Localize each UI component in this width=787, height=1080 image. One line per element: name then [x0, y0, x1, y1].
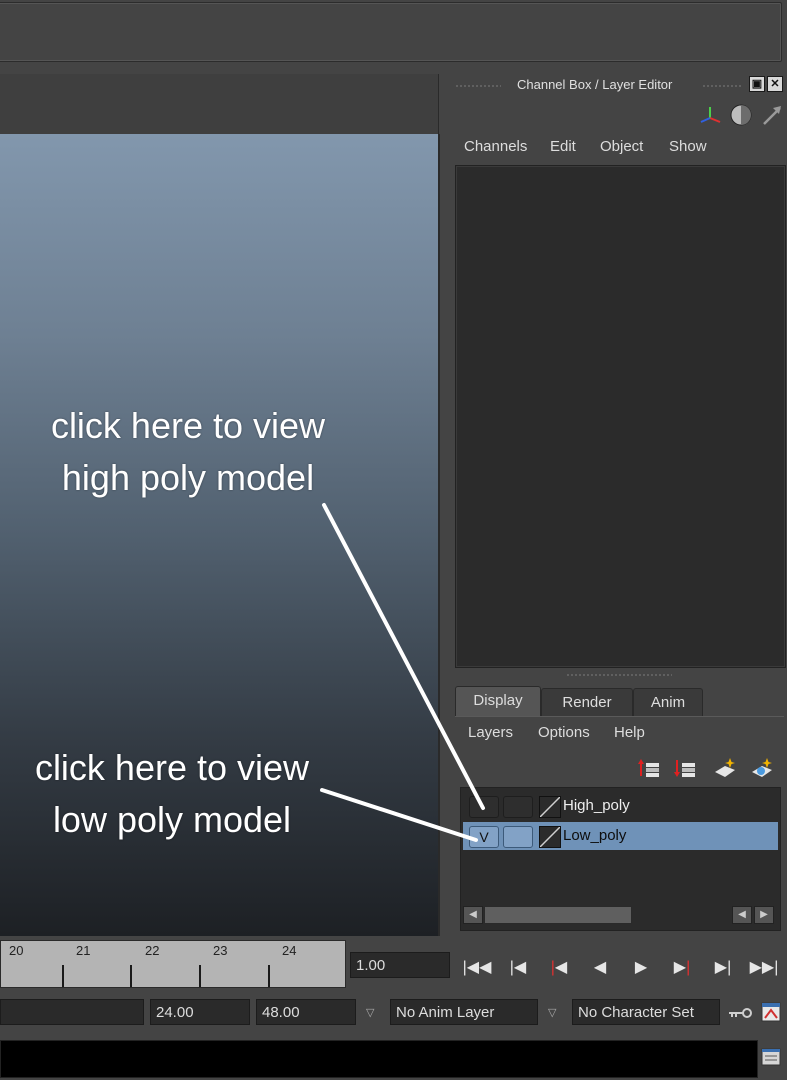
- annotation-text: high poly model: [61, 457, 315, 498]
- layer-row-low-poly[interactable]: V Low_poly: [463, 822, 778, 850]
- menu-edit[interactable]: Edit: [550, 138, 576, 155]
- annotation-text: click here to view: [50, 405, 326, 446]
- float-panel-icon[interactable]: ▣: [749, 76, 765, 92]
- time-slider[interactable]: 20 21 22 23 24: [0, 940, 346, 988]
- step-back-key-icon[interactable]: |◀: [544, 955, 574, 981]
- scroll-right-icon[interactable]: ▶: [754, 906, 774, 924]
- layer-color-swatch[interactable]: [539, 826, 561, 848]
- menu-layers[interactable]: Layers: [468, 724, 513, 741]
- status-line-bar: [0, 2, 782, 62]
- viewport-panel-menu-bar: [0, 74, 439, 134]
- layer-display-type-toggle[interactable]: [503, 796, 533, 818]
- tab-display[interactable]: Display: [455, 686, 541, 717]
- character-set-dropdown[interactable]: No Character Set: [572, 999, 720, 1025]
- layer-name: High_poly: [563, 797, 630, 814]
- menu-show[interactable]: Show: [669, 138, 707, 155]
- frame-tick: [130, 965, 132, 987]
- panel-title: Channel Box / Layer Editor: [517, 77, 673, 92]
- frame-label: 21: [76, 943, 91, 958]
- frame-label: 22: [145, 943, 160, 958]
- go-to-end-icon[interactable]: ▶▶|: [749, 955, 779, 981]
- layer-row-high-poly[interactable]: High_poly: [463, 792, 778, 820]
- frame-label: 23: [213, 943, 228, 958]
- manipulator-axes-icon[interactable]: [698, 104, 722, 128]
- move-layer-up-icon[interactable]: [637, 756, 661, 780]
- layer-name: Low_poly: [563, 827, 627, 844]
- channel-box-area[interactable]: [455, 165, 786, 668]
- scroll-left-end-icon[interactable]: ◀: [732, 906, 752, 924]
- annotation-high-poly: click here to view high poly model: [20, 400, 356, 504]
- command-line[interactable]: [0, 1040, 758, 1078]
- range-slider[interactable]: [0, 999, 144, 1025]
- frame-tick: [62, 965, 64, 987]
- frame-label: 20: [9, 943, 24, 958]
- scroll-left-icon[interactable]: ◀: [463, 906, 483, 924]
- play-backwards-icon[interactable]: ◀: [585, 955, 615, 981]
- character-set-dropdown-icon[interactable]: ▽: [548, 1006, 556, 1019]
- step-forward-key-icon[interactable]: ▶|: [667, 955, 697, 981]
- menu-object[interactable]: Object: [600, 138, 643, 155]
- layer-visibility-toggle[interactable]: V: [469, 826, 499, 848]
- layer-display-type-toggle[interactable]: [503, 826, 533, 848]
- script-editor-icon[interactable]: [760, 1046, 782, 1068]
- frame-tick: [268, 965, 270, 987]
- splitter-handle[interactable]: [566, 673, 672, 677]
- animation-preferences-icon[interactable]: [760, 1001, 782, 1023]
- animation-end-field[interactable]: 48.00: [256, 999, 356, 1025]
- scrollbar-thumb[interactable]: [484, 906, 632, 924]
- go-to-start-icon[interactable]: |◀◀: [462, 955, 492, 981]
- menu-help[interactable]: Help: [614, 724, 645, 741]
- annotation-text: click here to view: [34, 747, 310, 788]
- create-empty-layer-icon[interactable]: [713, 756, 737, 780]
- play-forwards-icon[interactable]: ▶: [626, 955, 656, 981]
- create-layer-from-selected-icon[interactable]: [750, 756, 774, 780]
- step-back-frame-icon[interactable]: |◀: [503, 955, 533, 981]
- layer-visibility-toggle[interactable]: [469, 796, 499, 818]
- anim-layer-dropdown-icon[interactable]: ▽: [366, 1006, 374, 1019]
- current-frame-field[interactable]: 1.00: [350, 952, 450, 978]
- panel-grip-right[interactable]: [702, 84, 742, 88]
- tab-anim[interactable]: Anim: [633, 688, 703, 717]
- menu-channels[interactable]: Channels: [464, 138, 527, 155]
- panel-grip-left[interactable]: [455, 84, 501, 88]
- anim-layer-dropdown[interactable]: No Anim Layer: [390, 999, 538, 1025]
- frame-label: 24: [282, 943, 297, 958]
- layer-color-swatch[interactable]: [539, 796, 561, 818]
- frame-tick: [199, 965, 201, 987]
- auto-key-icon[interactable]: [727, 1003, 753, 1023]
- speed-channel-icon[interactable]: [729, 103, 753, 127]
- playback-end-field[interactable]: 24.00: [150, 999, 250, 1025]
- move-layer-down-icon[interactable]: [673, 756, 697, 780]
- annotation-low-poly: click here to view low poly model: [4, 742, 340, 846]
- step-forward-frame-icon[interactable]: ▶|: [708, 955, 738, 981]
- attribute-arrow-icon[interactable]: [760, 103, 784, 127]
- close-panel-icon[interactable]: ✕: [767, 76, 783, 92]
- layer-list-scrollbar[interactable]: ◀ ◀ ▶: [462, 905, 777, 924]
- menu-options[interactable]: Options: [538, 724, 590, 741]
- annotation-text: low poly model: [52, 799, 292, 840]
- tab-render[interactable]: Render: [541, 688, 633, 717]
